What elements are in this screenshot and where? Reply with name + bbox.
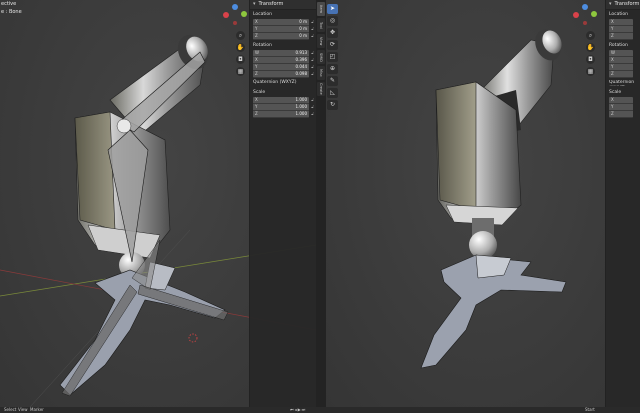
tool-shelf: ➤ ◎ ✥ ⟳ ◰ ⊕ ✎ ◺ ↻ <box>327 4 340 112</box>
location-x-field[interactable]: X <box>609 19 633 26</box>
lock-icon[interactable]: 🔓︎ <box>310 19 315 25</box>
collapse-triangle-icon: ▾ <box>609 1 612 7</box>
annotate-tool-icon[interactable]: ✎ <box>327 76 338 86</box>
lock-icon[interactable]: 🔓︎ <box>310 111 315 117</box>
sidebar-transform-panel: ▾ Transform Location X0 m 🔓︎ Y0 m 🔓︎ Z0 m 🔓︎… <box>249 0 317 407</box>
scale-x-field[interactable]: X <box>609 97 633 104</box>
grid-icon[interactable]: ▦ <box>586 67 595 76</box>
y-axis-icon[interactable] <box>241 11 247 17</box>
sidebar-transform-panel-right: ▾ Transform Location X Y Z Rotation W X Y… <box>605 0 640 407</box>
rotation-mode-dropdown[interactable]: Quaternion (WXYZ) <box>253 80 315 86</box>
scale-y-field[interactable]: Y <box>609 104 633 111</box>
roll-tool-icon[interactable]: ↻ <box>327 100 338 110</box>
lock-icon[interactable]: 🔓︎ <box>310 97 315 103</box>
magnifier-icon[interactable]: ⌕ <box>586 31 595 40</box>
neg-x-axis-icon[interactable] <box>233 21 237 25</box>
collapse-triangle-icon: ▾ <box>253 1 256 7</box>
grid-icon[interactable]: ▦ <box>236 67 245 76</box>
rotation-section: Rotation W 0.913 🔓︎ X 0.396 🔓︎ Y 0.044 🔓︎ Z 0.0… <box>250 41 317 88</box>
hand-icon[interactable]: ✋ <box>236 43 245 52</box>
scale-z-field[interactable]: Z 1.000 🔓︎ <box>253 111 314 118</box>
rotation-w-field[interactable]: W <box>609 50 633 57</box>
lock-icon[interactable]: 🔓︎ <box>310 104 315 110</box>
status-start-field[interactable]: Start <box>585 407 595 413</box>
move-tool-icon[interactable]: ✥ <box>327 28 338 38</box>
location-label: Location <box>253 12 273 17</box>
x-axis-icon[interactable] <box>223 12 229 18</box>
tab-create[interactable]: Create <box>317 82 325 96</box>
navigation-gizmo[interactable] <box>222 4 248 30</box>
lock-icon[interactable]: 🔓︎ <box>310 33 315 39</box>
x-axis-icon[interactable] <box>573 12 579 18</box>
select-tool-icon[interactable]: ➤ <box>327 4 338 14</box>
rotation-section-right: Rotation W X Y Z Quaternion (WXYZ) <box>606 41 640 88</box>
z-axis-icon[interactable] <box>582 4 588 10</box>
sidebar-tabs: Item Tool View SMID Misc Create <box>316 0 326 407</box>
status-view-menu[interactable]: View <box>18 407 28 413</box>
tab-misc[interactable]: Misc <box>317 66 325 80</box>
cursor-tool-icon[interactable]: ◎ <box>327 16 338 26</box>
location-z-field[interactable]: Z <box>609 33 633 40</box>
camera-icon[interactable]: ◘ <box>586 55 595 64</box>
status-select-menu[interactable]: Select <box>4 407 16 413</box>
z-axis-icon[interactable] <box>232 4 238 10</box>
status-bar: Select View Marker ⏮◂▶⏭ Start <box>0 407 640 413</box>
lock-icon[interactable]: 🔓︎ <box>310 26 315 32</box>
transform-tool-icon[interactable]: ⊕ <box>327 64 338 74</box>
neg-x-axis-icon[interactable] <box>583 21 587 25</box>
location-section-right: Location X Y Z <box>606 10 640 41</box>
rotation-y-field[interactable]: Y <box>609 64 633 71</box>
playback-controls-icon[interactable]: ⏮◂▶⏭ <box>290 407 306 413</box>
rotate-tool-icon[interactable]: ⟳ <box>327 40 338 50</box>
scale-label: Scale <box>253 90 266 95</box>
y-axis-icon[interactable] <box>591 11 597 17</box>
tab-view[interactable]: View <box>317 34 325 48</box>
hand-icon[interactable]: ✋ <box>586 43 595 52</box>
viewport-mode-text: ective <box>1 1 17 7</box>
location-label: Location <box>609 12 629 17</box>
scale-x-field[interactable]: X 1.000 🔓︎ <box>253 97 314 104</box>
lock-icon[interactable]: 🔓︎ <box>310 64 315 70</box>
scale-section: Scale X 1.000 🔓︎ Y 1.000 🔓︎ Z 1.000 🔓︎ <box>250 88 317 119</box>
gizmo-buttons-right: ⌕ ✋ ◘ ▦ <box>586 31 595 79</box>
rotation-z-field[interactable]: Z 0.098 🔓︎ <box>253 71 314 78</box>
viewport-right[interactable]: ⌕ ✋ ◘ ▦ <box>326 0 640 407</box>
scale-z-field[interactable]: Z <box>609 111 633 118</box>
rotation-x-field[interactable]: X 0.396 🔓︎ <box>253 57 314 64</box>
status-marker-menu[interactable]: Marker <box>30 407 44 413</box>
lock-icon[interactable]: 🔓︎ <box>310 50 315 56</box>
scale-y-field[interactable]: Y 1.000 🔓︎ <box>253 104 314 111</box>
rotation-label: Rotation <box>253 43 272 48</box>
scale-tool-icon[interactable]: ◰ <box>327 52 338 62</box>
location-y-field[interactable]: Y <box>609 26 633 33</box>
gizmo-buttons-left: ⌕ ✋ ◘ ▦ <box>236 31 245 79</box>
scale-section-right: Scale X Y Z <box>606 88 640 119</box>
measure-tool-icon[interactable]: ◺ <box>327 88 338 98</box>
lock-icon[interactable]: 🔓︎ <box>310 57 315 63</box>
rotation-w-field[interactable]: W 0.913 🔓︎ <box>253 50 314 57</box>
camera-icon[interactable]: ◘ <box>236 55 245 64</box>
navigation-gizmo-right[interactable] <box>572 4 598 30</box>
transform-panel-header-right[interactable]: ▾ Transform <box>606 0 640 10</box>
tab-smid[interactable]: SMID <box>317 50 325 64</box>
location-y-field[interactable]: Y0 m 🔓︎ <box>253 26 314 33</box>
lock-icon[interactable]: 🔓︎ <box>310 71 315 77</box>
location-z-field[interactable]: Z0 m 🔓︎ <box>253 33 314 40</box>
rotation-label: Rotation <box>609 43 628 48</box>
location-section: Location X0 m 🔓︎ Y0 m 🔓︎ Z0 m 🔓︎ <box>250 10 317 41</box>
magnifier-icon[interactable]: ⌕ <box>236 31 245 40</box>
scale-label: Scale <box>609 90 622 95</box>
tab-item[interactable]: Item <box>317 2 325 16</box>
rotation-y-field[interactable]: Y 0.044 🔓︎ <box>253 64 314 71</box>
transform-panel-header[interactable]: ▾ Transform <box>250 0 317 10</box>
tab-tool[interactable]: Tool <box>317 18 325 32</box>
rotation-x-field[interactable]: X <box>609 57 633 64</box>
active-object-text: e : Bone <box>1 9 22 15</box>
rotation-mode-dropdown[interactable]: Quaternion (WXYZ) <box>609 80 639 86</box>
location-x-field[interactable]: X0 m 🔓︎ <box>253 19 314 26</box>
rotation-z-field[interactable]: Z <box>609 71 633 78</box>
3d-cursor <box>188 333 198 343</box>
